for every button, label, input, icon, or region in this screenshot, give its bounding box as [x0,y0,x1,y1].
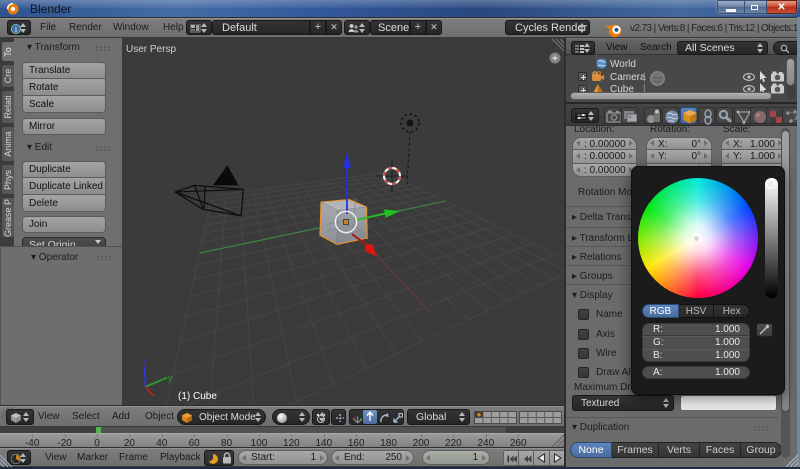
svg-text:y: y [168,373,173,383]
svg-text:User Persp: User Persp [126,44,176,55]
svg-text:z: z [142,356,147,366]
svg-text:(1) Cube: (1) Cube [178,391,217,402]
